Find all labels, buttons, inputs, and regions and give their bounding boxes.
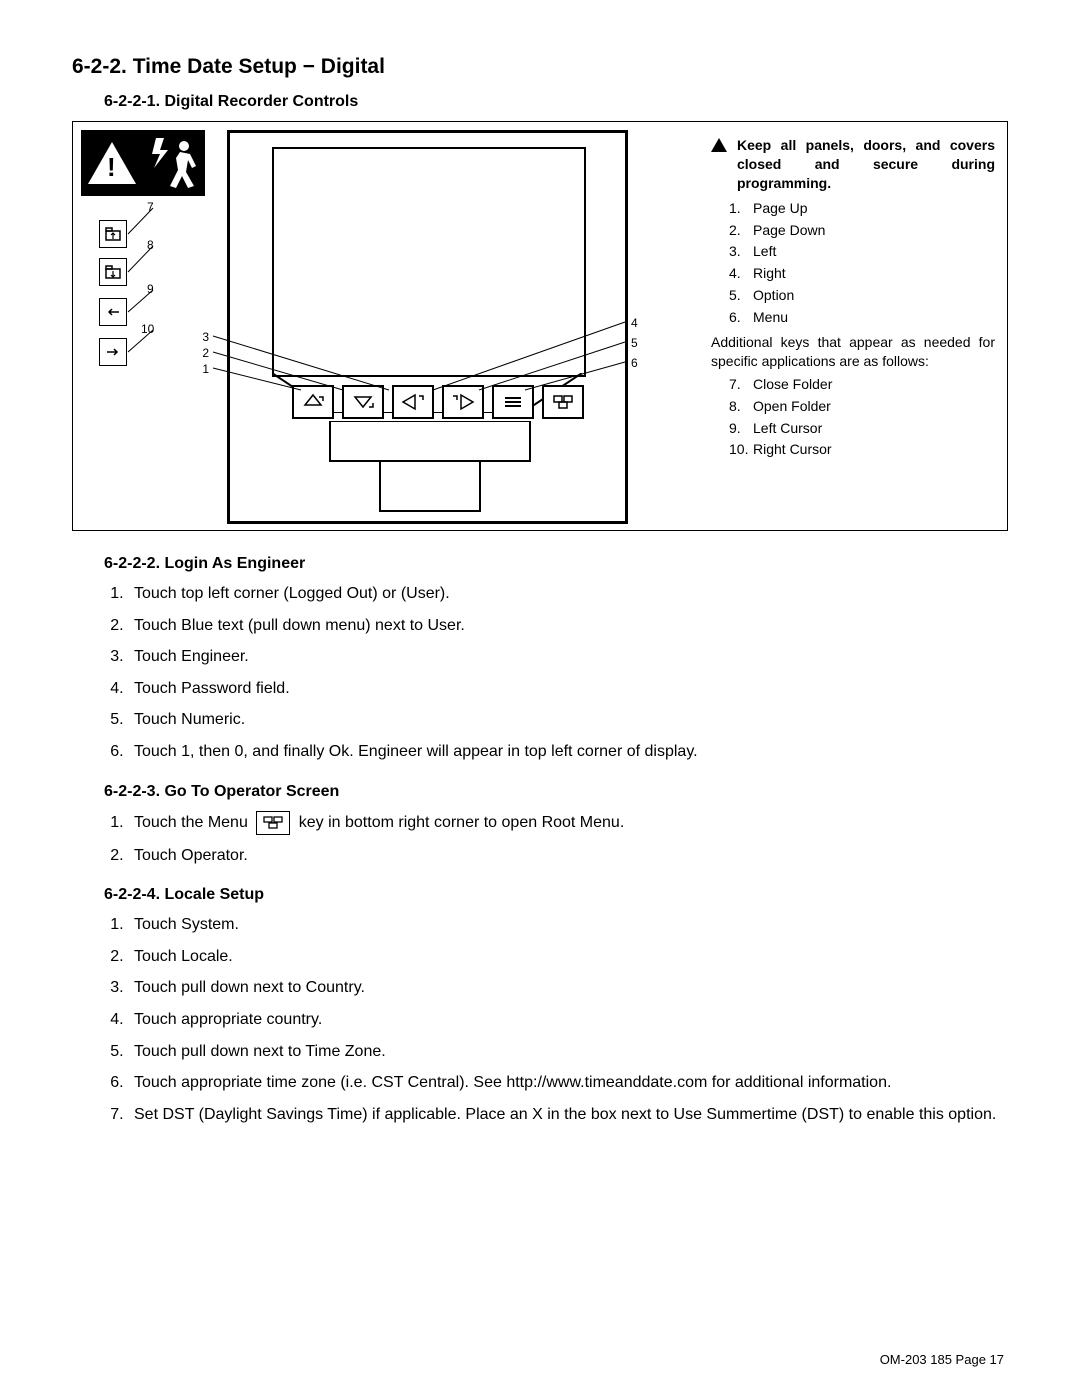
- callout-label-1: 1: [199, 362, 209, 376]
- figure-box: 7 8 9 10: [72, 121, 1008, 531]
- sub-heading-locale: 6-2-2-4. Locale Setup: [104, 886, 1008, 904]
- list-item: Touch pull down next to Time Zone.: [128, 1041, 1008, 1063]
- legend-list-extra: 7.Close Folder 8.Open Folder 9.Left Curs…: [729, 375, 995, 460]
- main-heading: 6-2-2. Time Date Setup − Digital: [72, 55, 1008, 79]
- left-callout-lines: [209, 322, 429, 402]
- page: 6-2-2. Time Date Setup − Digital 6-2-2-1…: [0, 0, 1080, 1397]
- list-item: Touch appropriate country.: [128, 1009, 1008, 1031]
- list-item: Touch Blue text (pull down menu) next to…: [128, 615, 1008, 637]
- callout-label-2: 2: [199, 346, 209, 360]
- list-item: Touch Numeric.: [128, 709, 1008, 731]
- locale-steps-list: Touch System. Touch Locale. Touch pull d…: [104, 914, 1008, 1125]
- right-callout-lines: [425, 312, 635, 402]
- legend-list-main: 1.Page Up 2.Page Down 3.Left 4.Right 5.O…: [729, 199, 995, 327]
- step-text-b: key in bottom right corner to open Root …: [299, 814, 625, 831]
- legend-warning: Keep all panels, doors, and covers close…: [711, 136, 995, 193]
- list-item: Touch top left corner (Logged Out) or (U…: [128, 583, 1008, 605]
- callout-label-3: 3: [199, 330, 209, 344]
- legend-warning-text: Keep all panels, doors, and covers close…: [737, 136, 995, 193]
- list-item: Set DST (Daylight Savings Time) if appli…: [128, 1104, 1008, 1126]
- list-item: Touch the Menu key in bottom right corne…: [128, 811, 1008, 835]
- page-footer: OM-203 185 Page 17: [880, 1352, 1004, 1367]
- recorder-lower-panel: [230, 421, 625, 521]
- list-item: Touch Operator.: [128, 845, 1008, 867]
- menu-key-inline-icon: [256, 811, 290, 835]
- goto-operator-steps-list: Touch the Menu key in bottom right corne…: [104, 811, 1008, 867]
- sub-heading-login: 6-2-2-2. Login As Engineer: [104, 555, 1008, 573]
- step-text-a: Touch the Menu: [134, 814, 248, 831]
- legend-column: Keep all panels, doors, and covers close…: [711, 136, 995, 465]
- legend-additional-text: Additional keys that appear as needed fo…: [711, 333, 995, 371]
- list-item: Touch Locale.: [128, 946, 1008, 968]
- list-item: Touch appropriate time zone (i.e. CST Ce…: [128, 1072, 1008, 1094]
- sub-heading-controls: 6-2-2-1. Digital Recorder Controls: [104, 93, 1008, 111]
- list-item: Touch pull down next to Country.: [128, 977, 1008, 999]
- login-steps-list: Touch top left corner (Logged Out) or (U…: [104, 583, 1008, 763]
- list-item: Touch System.: [128, 914, 1008, 936]
- list-item: Touch Engineer.: [128, 646, 1008, 668]
- list-item: Touch Password field.: [128, 678, 1008, 700]
- list-item: Touch 1, then 0, and finally Ok. Enginee…: [128, 741, 1008, 763]
- sub-heading-goto-operator: 6-2-2-3. Go To Operator Screen: [104, 783, 1008, 801]
- triangle-up-icon: [711, 138, 727, 152]
